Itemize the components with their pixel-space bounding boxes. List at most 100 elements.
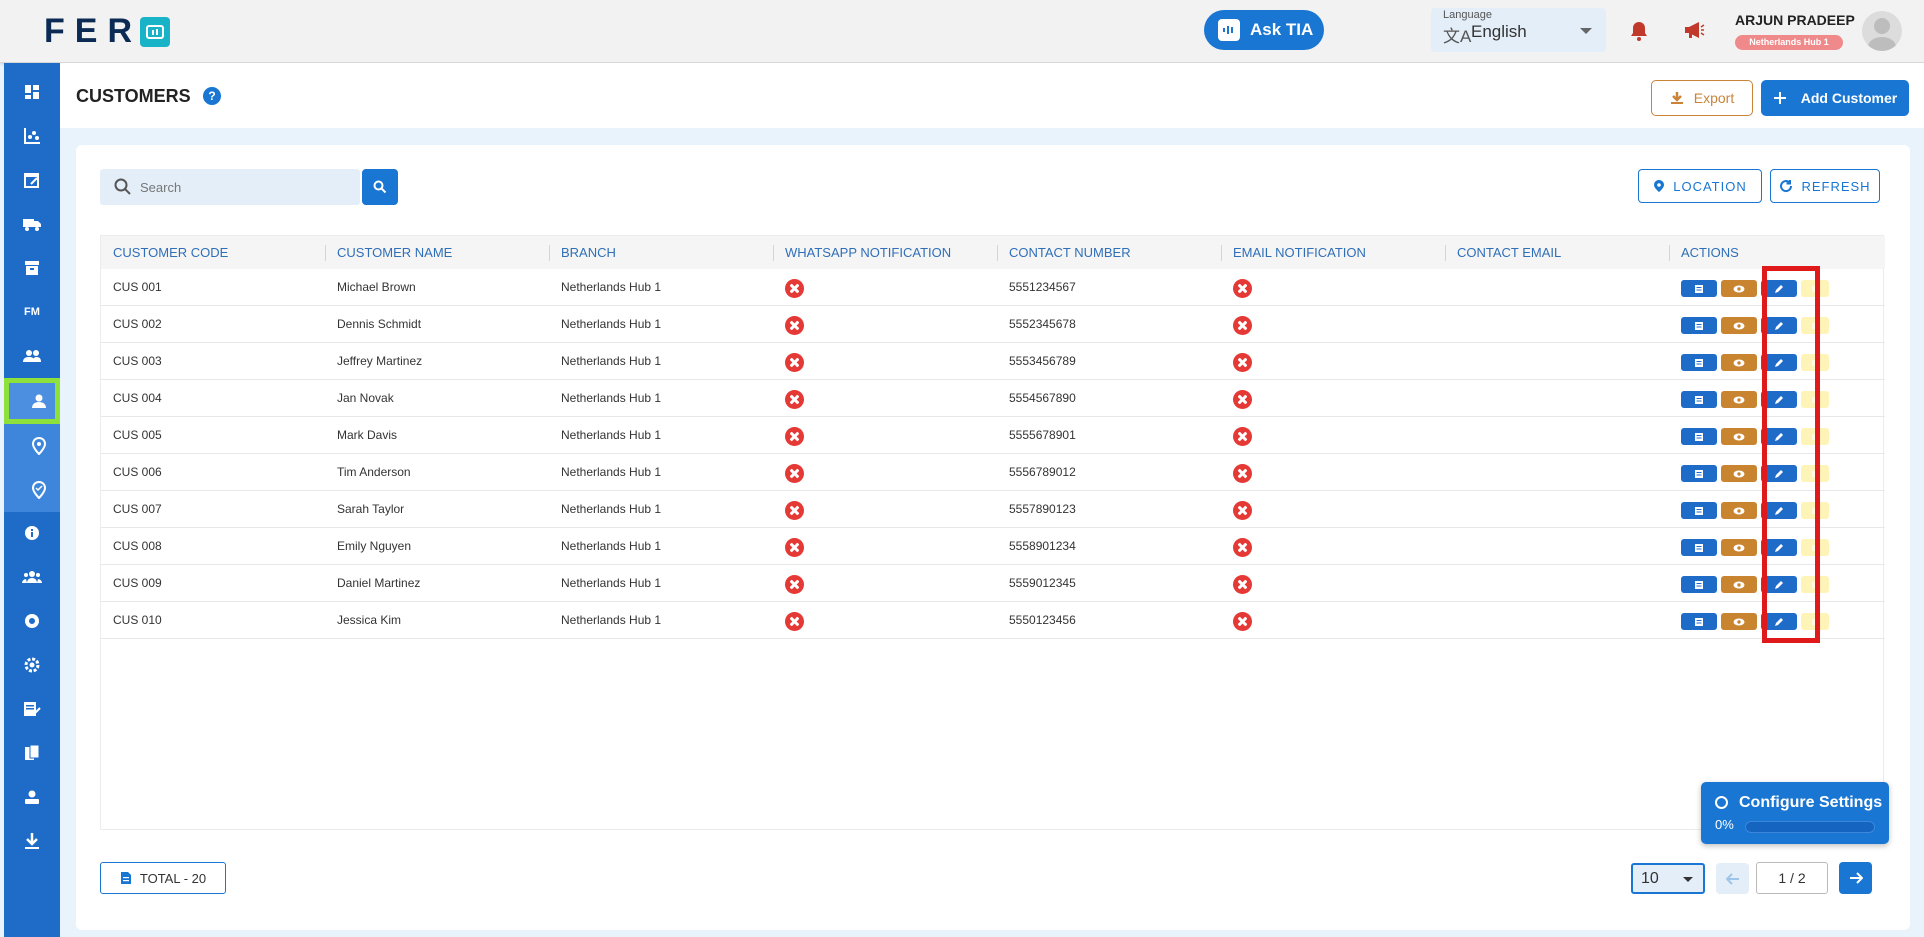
language-select[interactable]: Language 文A English [1431, 8, 1606, 52]
table-row[interactable]: CUS 005 Mark Davis Netherlands Hub 1 555567… [101, 417, 1885, 454]
view-button[interactable] [1721, 391, 1757, 408]
table-row[interactable]: CUS 003 Jeffrey Martinez Netherlands Hub 1… [101, 343, 1885, 380]
view-button[interactable] [1721, 613, 1757, 630]
table-row[interactable]: CUS 004 Jan Novak Netherlands Hub 1 5554567… [101, 380, 1885, 417]
ask-tia-button[interactable]: Ask TIA [1204, 10, 1324, 50]
bell-icon[interactable] [1629, 20, 1649, 47]
refresh-button[interactable]: REFRESH [1770, 169, 1880, 203]
customer-code: CUS 007 [113, 502, 162, 516]
search-icon [114, 178, 132, 201]
customer-name: Jessica Kim [337, 613, 402, 627]
groups-icon[interactable] [4, 557, 60, 597]
table-row[interactable]: CUS 002 Dennis Schmidt Netherlands Hub 1 55… [101, 306, 1885, 343]
branch: Netherlands Hub 1 [561, 576, 662, 590]
column-header[interactable]: CUSTOMER CODE [101, 236, 228, 269]
info-icon[interactable] [4, 513, 60, 553]
view-button[interactable] [1721, 317, 1757, 334]
view-button[interactable] [1721, 465, 1757, 482]
user-admin-icon[interactable] [4, 777, 60, 817]
cancel-icon [785, 353, 804, 372]
customer-name: Tim Anderson [337, 465, 411, 479]
add-customer-label: Add Customer [1800, 90, 1898, 106]
branch: Netherlands Hub 1 [561, 354, 662, 368]
page-size-select[interactable]: 10 [1631, 863, 1705, 894]
location-pin-icon[interactable] [4, 424, 60, 468]
view-button[interactable] [1721, 354, 1757, 371]
table-row[interactable]: CUS 007 Sarah Taylor Netherlands Hub 1 5557… [101, 491, 1885, 528]
analytics-icon[interactable] [4, 116, 60, 156]
previous-page-button[interactable] [1716, 863, 1749, 894]
export-button[interactable]: Export [1651, 80, 1753, 116]
details-button[interactable] [1681, 502, 1717, 519]
eye-icon [1733, 618, 1745, 625]
details-icon [1695, 321, 1703, 330]
customer-code: CUS 010 [113, 613, 162, 627]
details-button[interactable] [1681, 465, 1717, 482]
column-header[interactable]: WHATSAPP NOTIFICATION [773, 236, 951, 269]
details-button[interactable] [1681, 391, 1717, 408]
view-button[interactable] [1721, 502, 1757, 519]
details-icon [1695, 432, 1703, 441]
refresh-label: REFRESH [1801, 178, 1871, 194]
view-button[interactable] [1721, 428, 1757, 445]
search-input[interactable] [140, 177, 340, 197]
cancel-icon [785, 612, 804, 631]
calendar-edit-icon[interactable] [4, 160, 60, 200]
support-icon[interactable] [4, 601, 60, 641]
column-header[interactable]: CONTACT EMAIL [1445, 236, 1561, 269]
fero-logo[interactable]: FER [44, 12, 170, 51]
table-row[interactable]: CUS 009 Daniel Martinez Netherlands Hub 1 5… [101, 565, 1885, 602]
dashboard-icon[interactable] [4, 72, 60, 112]
contact-number: 5553456789 [1009, 354, 1076, 368]
help-icon[interactable]: ? [203, 87, 221, 105]
download-icon[interactable] [4, 821, 60, 861]
customer-name: Jan Novak [337, 391, 394, 405]
details-button[interactable] [1681, 613, 1717, 630]
details-button[interactable] [1681, 539, 1717, 556]
cancel-icon [1233, 279, 1252, 298]
configure-settings-widget[interactable]: Configure Settings 0% [1701, 782, 1889, 844]
column-header[interactable]: CUSTOMER NAME [325, 236, 452, 269]
column-header[interactable]: BRANCH [549, 236, 616, 269]
column-header[interactable]: EMAIL NOTIFICATION [1221, 236, 1366, 269]
table-row[interactable]: CUS 006 Tim Anderson Netherlands Hub 1 5556… [101, 454, 1885, 491]
contact-number: 5555678901 [1009, 428, 1076, 442]
view-button[interactable] [1721, 539, 1757, 556]
eye-icon [1733, 544, 1745, 551]
column-header[interactable]: CONTACT NUMBER [997, 236, 1131, 269]
contact-email [1445, 491, 1457, 528]
archive-icon[interactable] [4, 248, 60, 288]
details-button[interactable] [1681, 280, 1717, 297]
avatar[interactable] [1862, 11, 1902, 51]
details-button[interactable] [1681, 576, 1717, 593]
table-row[interactable]: CUS 010 Jessica Kim Netherlands Hub 1 55501… [101, 602, 1885, 639]
export-label: Export [1693, 90, 1735, 106]
view-button[interactable] [1721, 280, 1757, 297]
location-button[interactable]: LOCATION [1638, 169, 1762, 203]
table-row[interactable]: CUS 008 Emily Nguyen Netherlands Hub 1 5558… [101, 528, 1885, 565]
details-button[interactable] [1681, 428, 1717, 445]
megaphone-icon[interactable] [1683, 20, 1705, 45]
add-customer-button[interactable]: Add Customer [1761, 80, 1909, 116]
details-button[interactable] [1681, 317, 1717, 334]
cancel-icon [1233, 316, 1252, 335]
search-button[interactable] [362, 169, 398, 205]
view-button[interactable] [1721, 576, 1757, 593]
cancel-icon [785, 279, 804, 298]
table-row[interactable]: CUS 001 Michael Brown Netherlands Hub 1 555… [101, 269, 1885, 306]
details-icon [1695, 506, 1703, 515]
details-button[interactable] [1681, 354, 1717, 371]
delivery-truck-icon[interactable] [4, 204, 60, 244]
cancel-icon [1233, 390, 1252, 409]
next-page-button[interactable] [1839, 862, 1872, 894]
user-name: ARJUN PRADEEP [1735, 12, 1855, 28]
people-icon[interactable] [4, 336, 60, 376]
notes-edit-icon[interactable] [4, 689, 60, 729]
fm-icon[interactable]: FM [4, 292, 60, 332]
customer-icon[interactable] [4, 378, 60, 424]
settings-icon[interactable] [4, 645, 60, 685]
location-check-icon[interactable] [4, 468, 60, 512]
documents-icon[interactable] [4, 733, 60, 773]
language-value: English [1471, 22, 1527, 41]
cancel-icon [785, 390, 804, 409]
